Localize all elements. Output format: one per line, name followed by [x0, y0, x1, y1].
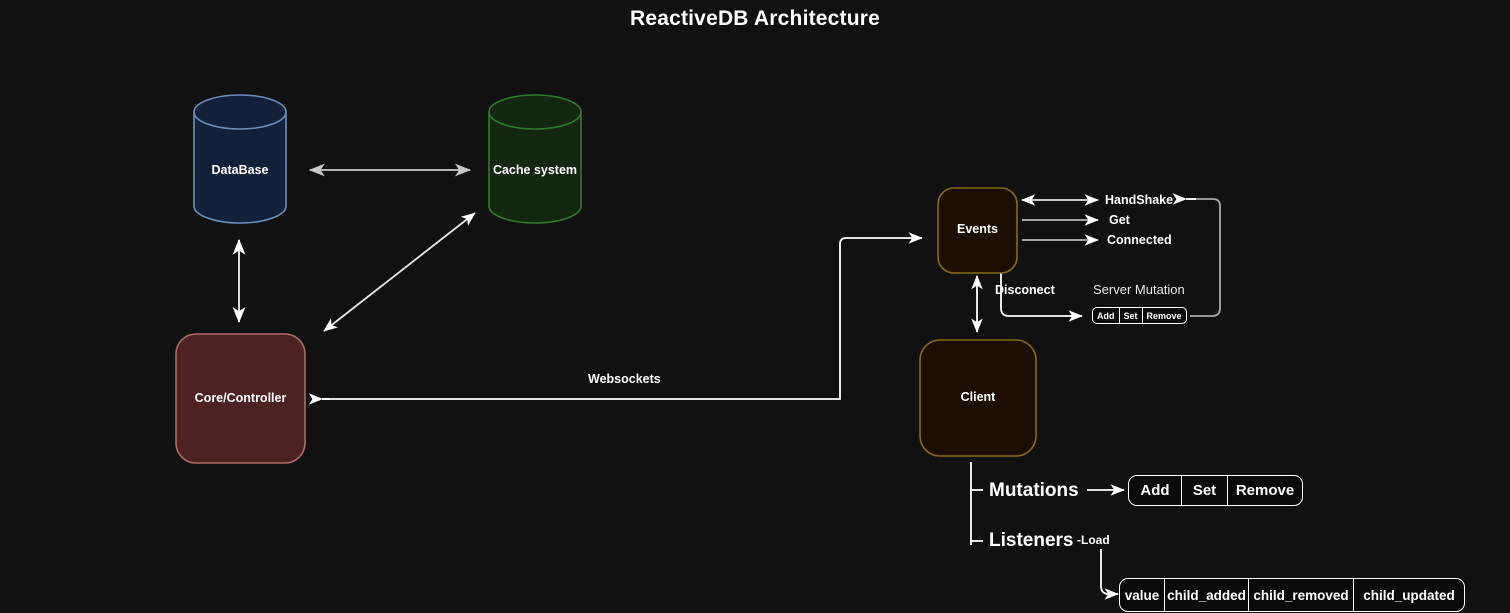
server-mutation-cell-remove[interactable]: Remove	[1143, 308, 1186, 323]
connected-label: Connected	[1107, 233, 1172, 247]
listeners-table[interactable]: value child_added child_removed child_up…	[1119, 578, 1465, 612]
listeners-cell-child-added[interactable]: child_added	[1165, 579, 1249, 611]
mutations-table[interactable]: Add Set Remove	[1128, 475, 1303, 506]
database-cylinder-shape	[193, 94, 287, 224]
events-label: Events	[957, 222, 998, 236]
server-mutation-cell-add[interactable]: Add	[1093, 308, 1120, 323]
edge-server-mutation-return	[1188, 198, 1221, 317]
server-mutation-table[interactable]: Add Set Remove	[1092, 307, 1187, 324]
mutations-cell-set[interactable]: Set	[1182, 476, 1228, 505]
connector-layer	[175, 94, 1221, 600]
cache-system-label: Cache system	[492, 163, 578, 177]
websockets-label: Websockets	[588, 372, 661, 386]
load-label: -Load	[1077, 533, 1110, 547]
page-title: ReactiveDB Architecture	[629, 7, 881, 30]
database-label: DataBase	[211, 163, 269, 177]
server-mutation-cell-set[interactable]: Set	[1120, 308, 1143, 323]
core-controller-label: Core/Controller	[194, 391, 287, 405]
listeners-cell-value[interactable]: value	[1120, 579, 1165, 611]
diagram-canvas: ReactiveDB Architecture DataBase Cache s…	[0, 0, 1510, 613]
edge-core-cache	[323, 212, 476, 332]
edge-load-listeners	[1100, 549, 1116, 595]
disconect-label: Disconect	[995, 283, 1055, 297]
mutations-cell-remove[interactable]: Remove	[1228, 476, 1302, 505]
mutations-cell-add[interactable]: Add	[1129, 476, 1182, 505]
client-label: Client	[960, 390, 996, 404]
server-mutation-caption: Server Mutation	[1093, 282, 1185, 297]
listeners-label: Listeners	[989, 530, 1074, 551]
listeners-cell-child-updated[interactable]: child_updated	[1354, 579, 1464, 611]
cache-cylinder-shape	[488, 94, 582, 224]
mutations-label: Mutations	[989, 480, 1079, 501]
listeners-cell-child-removed[interactable]: child_removed	[1249, 579, 1354, 611]
handshake-label: HandShake	[1105, 193, 1174, 207]
get-label: Get	[1109, 213, 1130, 227]
